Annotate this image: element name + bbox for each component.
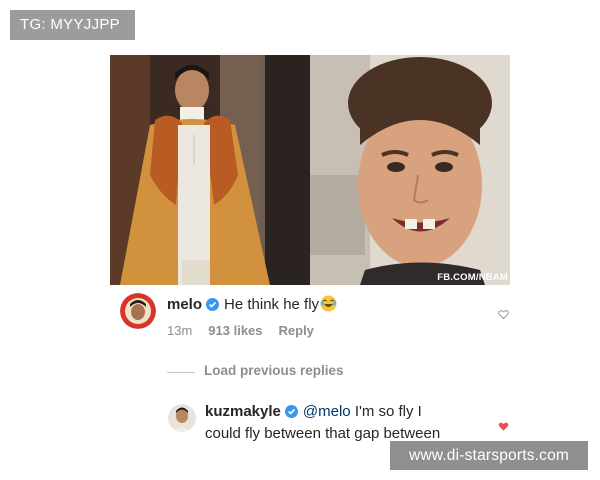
instagram-post: FB.COM/NBAM melo He think he fly 13m 913 l… <box>110 55 510 480</box>
verified-badge-icon <box>206 298 220 311</box>
reply-text-line2: could fly between that gap between <box>205 425 441 442</box>
like-heart-outline-icon[interactable] <box>498 309 509 320</box>
reply-username-kuzmakyle[interactable]: kuzmakyle <box>205 403 281 420</box>
photo-credit: FB.COM/NBAM <box>437 272 508 283</box>
comment-time: 13m <box>167 323 193 338</box>
comment-likes[interactable]: 913 likes <box>208 323 262 338</box>
avatar-kuzmakyle[interactable] <box>168 404 196 432</box>
laughing-emoji-icon <box>320 295 337 312</box>
like-heart-filled-icon[interactable] <box>498 421 509 432</box>
comment-reply-button[interactable]: Reply <box>279 323 314 338</box>
watermark-bottom-label: www.di-starsports.com <box>390 441 588 470</box>
photo-right-smiling-boy <box>310 55 510 285</box>
comment-text-melo: He think he fly <box>224 296 320 313</box>
reply-mention[interactable]: @melo <box>303 403 351 420</box>
reply-text-line1: I'm so fly I <box>354 403 422 420</box>
photo-left-man-in-coat <box>110 55 310 285</box>
post-photo: FB.COM/NBAM <box>110 55 510 285</box>
verified-badge-icon <box>284 405 298 418</box>
load-previous-replies-button[interactable]: Load previous replies <box>204 363 344 378</box>
load-previous-divider <box>167 372 195 373</box>
comment-username-melo[interactable]: melo <box>167 296 202 313</box>
watermark-top-label: TG: MYYJJPP <box>10 10 135 40</box>
avatar-melo[interactable] <box>120 293 156 329</box>
